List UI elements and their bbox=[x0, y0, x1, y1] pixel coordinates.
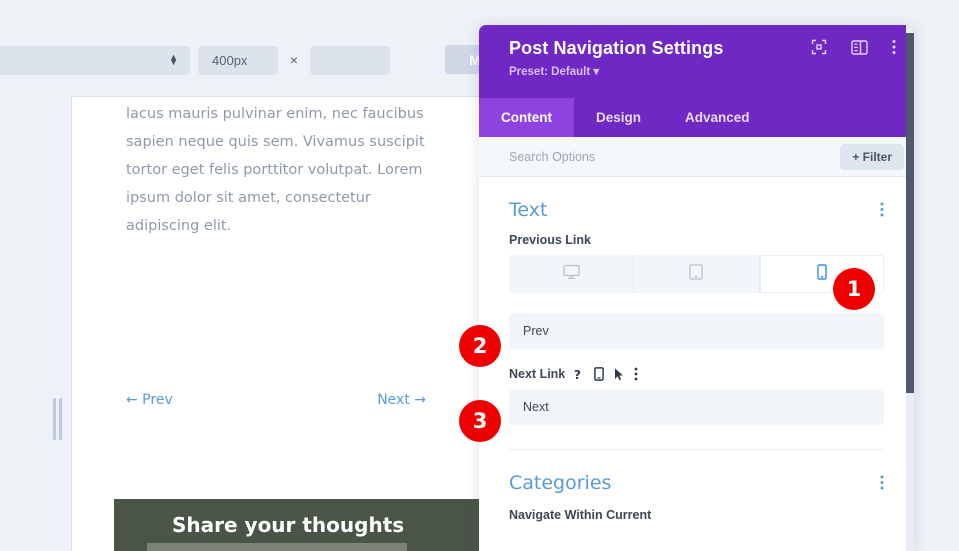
post-body: lacus mauris pulvinar enim, nec faucibus… bbox=[126, 100, 426, 240]
tab-design[interactable]: Design bbox=[574, 98, 663, 137]
svg-text:?: ? bbox=[574, 368, 581, 381]
panel-resize-handle[interactable] bbox=[48, 397, 66, 441]
previous-link-label: Previous Link bbox=[509, 233, 884, 247]
next-link-label-text: Next Link bbox=[509, 367, 565, 381]
tab-advanced-label: Advanced bbox=[685, 110, 750, 125]
help-icon[interactable]: ? bbox=[574, 368, 584, 381]
tab-content-label: Content bbox=[501, 110, 552, 125]
settings-panel-header: Post Navigation Settings Preset: Default… bbox=[479, 25, 914, 98]
resize-grip-bar bbox=[53, 398, 56, 440]
section-text: Text Previous Link bbox=[479, 177, 914, 450]
previous-link-label-text: Previous Link bbox=[509, 233, 591, 247]
comments-title-underline bbox=[147, 543, 407, 551]
preview-height-input[interactable] bbox=[310, 46, 390, 75]
responsive-phone-icon[interactable] bbox=[594, 367, 604, 381]
settings-header-actions bbox=[811, 39, 896, 55]
tab-design-label: Design bbox=[596, 110, 641, 125]
section-categories-title: Categories bbox=[509, 472, 611, 494]
search-options-input[interactable] bbox=[509, 150, 840, 164]
post-nav-next-link[interactable]: Next → bbox=[377, 392, 426, 408]
annotation-badge-2: 2 bbox=[459, 325, 501, 367]
section-categories: Categories Navigate Within Current bbox=[479, 450, 914, 522]
comments-title: Share your thoughts bbox=[172, 513, 404, 537]
section-categories-header[interactable]: Categories bbox=[509, 450, 884, 506]
settings-preset-selector[interactable]: Preset: Default ▾ bbox=[509, 64, 896, 78]
phone-icon bbox=[817, 264, 827, 285]
resize-grip-bar bbox=[59, 398, 62, 440]
page-preview-frame: lacus mauris pulvinar enim, nec faucibus… bbox=[72, 97, 481, 551]
device-tab-desktop[interactable] bbox=[509, 255, 634, 293]
previous-link-text-input[interactable] bbox=[509, 313, 884, 349]
comments-section: Share your thoughts bbox=[114, 499, 481, 551]
section-text-header[interactable]: Text bbox=[509, 177, 884, 233]
spinner-arrows-icon: ▲ ▼ bbox=[169, 55, 178, 65]
panel-layout-icon[interactable] bbox=[851, 40, 868, 55]
post-nav-prev-link[interactable]: ← Prev bbox=[126, 392, 173, 408]
next-link-text-input[interactable] bbox=[509, 389, 884, 425]
section-categories-more-options-icon[interactable] bbox=[880, 475, 884, 492]
next-link-label-icons: ? bbox=[574, 367, 638, 381]
post-navigation-module: ← Prev Next → bbox=[126, 392, 426, 408]
settings-scroll-area[interactable]: Text Previous Link bbox=[479, 177, 914, 551]
preview-width-value: 400px bbox=[212, 53, 247, 68]
post-paragraph: lacus mauris pulvinar enim, nec faucibus… bbox=[126, 100, 426, 240]
annotation-badge-3: 3 bbox=[459, 400, 501, 442]
section-text-title: Text bbox=[509, 199, 547, 221]
next-link-label: Next Link ? bbox=[509, 367, 884, 381]
more-options-icon[interactable] bbox=[892, 39, 896, 55]
settings-search-bar: + Filter bbox=[479, 137, 914, 177]
more-options-icon[interactable] bbox=[634, 367, 638, 381]
tablet-icon bbox=[689, 264, 703, 285]
responsive-preview-toolbar: ▲ ▼ 400px × M bbox=[0, 45, 481, 75]
desktop-icon bbox=[563, 264, 580, 285]
navigate-within-current-label: Navigate Within Current bbox=[509, 508, 884, 522]
preview-mode-button[interactable]: M bbox=[445, 45, 481, 74]
settings-panel-scrollbar-thumb[interactable] bbox=[906, 33, 914, 393]
settings-panel-scrollbar-track[interactable] bbox=[906, 25, 914, 551]
tab-advanced[interactable]: Advanced bbox=[663, 98, 772, 137]
next-link-field: Next Link ? bbox=[509, 367, 884, 425]
tab-content[interactable]: Content bbox=[479, 98, 574, 137]
dimension-separator: × bbox=[286, 52, 302, 68]
hover-cursor-icon[interactable] bbox=[614, 368, 624, 381]
focus-target-icon[interactable] bbox=[811, 39, 827, 55]
settings-tab-bar: Content Design Advanced bbox=[479, 98, 914, 137]
previous-link-field: Previous Link bbox=[509, 233, 884, 349]
previous-link-device-tabs bbox=[509, 255, 884, 293]
filter-button[interactable]: + Filter bbox=[840, 144, 904, 170]
builder-canvas: ▲ ▼ 400px × M lacus mauris pulvinar enim… bbox=[0, 0, 481, 551]
spinner-down-icon: ▼ bbox=[169, 60, 178, 65]
device-tab-tablet[interactable] bbox=[634, 255, 759, 293]
device-preset-select[interactable]: ▲ ▼ bbox=[0, 46, 190, 75]
preview-width-input[interactable]: 400px bbox=[198, 46, 278, 75]
section-text-more-options-icon[interactable] bbox=[880, 202, 884, 219]
annotation-badge-1: 1 bbox=[833, 268, 875, 310]
